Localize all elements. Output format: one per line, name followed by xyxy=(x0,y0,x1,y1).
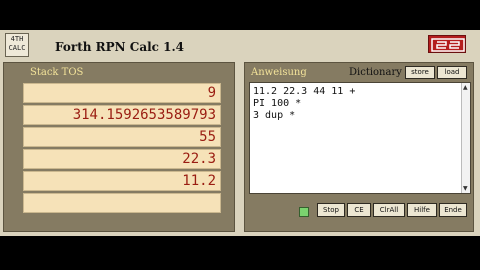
hilfe-button[interactable]: Hilfe xyxy=(407,203,437,217)
command-editor[interactable]: 11.2 22.3 44 11 + PI 100 * 3 dup * ▲ ▼ xyxy=(249,82,471,194)
editor-text: 11.2 22.3 44 11 + PI 100 * 3 dup * xyxy=(253,86,355,122)
app-title: Forth RPN Calc 1.4 xyxy=(55,40,185,54)
app-window: 4TH CALC Forth RPN Calc 1.4 Stack TOS 9 3… xyxy=(0,30,480,236)
stack-row: 9 xyxy=(23,83,221,103)
editor-line: 3 dup * xyxy=(253,110,296,121)
logo-text: 4TH CALC xyxy=(8,35,26,52)
ende-button[interactable]: Ende xyxy=(439,203,467,217)
title-bar: 4TH CALC Forth RPN Calc 1.4 xyxy=(0,30,480,60)
editor-line: PI 100 * xyxy=(253,98,302,109)
editor-line: 11.2 22.3 44 11 + xyxy=(253,86,356,97)
stack-panel-label: Stack TOS xyxy=(30,67,84,78)
stack-row xyxy=(23,193,221,213)
status-led-icon xyxy=(299,207,309,217)
stack-row: 22.3 xyxy=(23,149,221,169)
editor-scrollbar[interactable]: ▲ ▼ xyxy=(461,83,470,193)
brand-logo-icon xyxy=(428,35,466,53)
stack-list: 9 314.1592653589793 55 22.3 11.2 xyxy=(23,83,221,215)
tab-dictionary[interactable]: Dictionary xyxy=(349,67,402,78)
scroll-up-icon[interactable]: ▲ xyxy=(463,84,468,91)
ce-button[interactable]: CE xyxy=(347,203,371,217)
clrall-button[interactable]: ClrAll xyxy=(373,203,405,217)
4th-calc-logo-icon: 4TH CALC xyxy=(5,33,29,57)
load-button[interactable]: load xyxy=(437,66,467,79)
stack-row: 11.2 xyxy=(23,171,221,191)
input-panel: Anweisung Dictionary store load 11.2 22.… xyxy=(244,62,474,232)
stack-row: 55 xyxy=(23,127,221,147)
store-button[interactable]: store xyxy=(405,66,435,79)
stop-button[interactable]: Stop xyxy=(317,203,345,217)
scroll-down-icon[interactable]: ▼ xyxy=(463,185,468,192)
stack-panel: Stack TOS 9 314.1592653589793 55 22.3 11… xyxy=(3,62,235,232)
tab-anweisung[interactable]: Anweisung xyxy=(251,67,307,78)
stack-row: 314.1592653589793 xyxy=(23,105,221,125)
